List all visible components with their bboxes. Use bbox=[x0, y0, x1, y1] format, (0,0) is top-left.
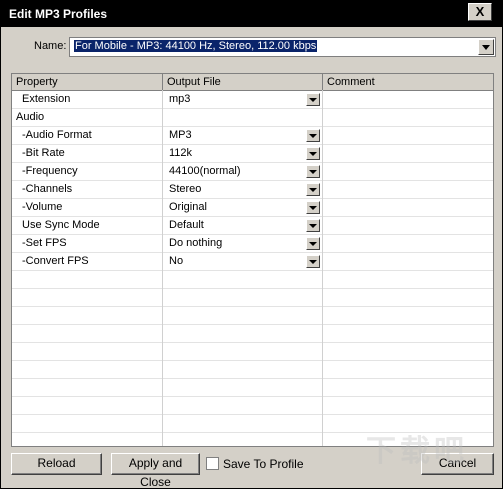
property-cell: -Frequency bbox=[22, 165, 78, 177]
grid-header: Property Output File Comment bbox=[12, 74, 493, 91]
dropdown-arrow-icon[interactable] bbox=[306, 147, 320, 160]
value-cell[interactable]: Stereo bbox=[169, 181, 201, 199]
dropdown-arrow-icon[interactable] bbox=[306, 165, 320, 178]
column-divider bbox=[162, 90, 163, 446]
table-row bbox=[12, 379, 493, 397]
table-row[interactable]: -Bit Rate 112k bbox=[12, 145, 493, 163]
property-cell: -Audio Format bbox=[22, 129, 92, 141]
table-row bbox=[12, 307, 493, 325]
table-row[interactable]: -Set FPS Do nothing bbox=[12, 235, 493, 253]
value-cell[interactable]: mp3 bbox=[169, 91, 190, 109]
table-row bbox=[12, 271, 493, 289]
property-cell: -Set FPS bbox=[22, 237, 67, 249]
reload-button[interactable]: Reload bbox=[11, 453, 102, 475]
property-cell: Audio bbox=[16, 111, 45, 123]
property-cell: Extension bbox=[22, 93, 71, 105]
name-label: Name: bbox=[34, 40, 67, 52]
value-cell[interactable]: MP3 bbox=[169, 127, 192, 145]
property-cell: -Volume bbox=[22, 201, 63, 213]
dropdown-arrow-icon[interactable] bbox=[306, 93, 320, 106]
table-row[interactable]: Audio bbox=[12, 109, 493, 127]
close-button[interactable]: X bbox=[468, 3, 492, 21]
watermark-logo: 下载吧 bbox=[366, 435, 468, 468]
dropdown-arrow-icon[interactable] bbox=[306, 183, 320, 196]
table-row[interactable]: -Channels Stereo bbox=[12, 181, 493, 199]
header-comment[interactable]: Comment bbox=[323, 74, 493, 90]
chevron-down-icon[interactable] bbox=[478, 39, 494, 55]
close-icon: X bbox=[475, 4, 485, 19]
table-row[interactable]: -Convert FPS No bbox=[12, 253, 493, 271]
table-row bbox=[12, 361, 493, 379]
properties-grid: Property Output File Comment Extension mp… bbox=[11, 73, 494, 447]
property-cell: -Convert FPS bbox=[22, 255, 89, 267]
value-cell[interactable]: Original bbox=[169, 199, 207, 217]
property-cell: -Channels bbox=[22, 183, 73, 195]
value-cell[interactable]: Default bbox=[169, 217, 204, 235]
column-divider bbox=[322, 90, 323, 446]
table-row bbox=[12, 325, 493, 343]
value-cell[interactable]: Do nothing bbox=[169, 235, 222, 253]
dropdown-arrow-icon[interactable] bbox=[306, 129, 320, 142]
header-property[interactable]: Property bbox=[12, 74, 163, 90]
dropdown-arrow-icon[interactable] bbox=[306, 237, 320, 250]
table-row bbox=[12, 289, 493, 307]
property-cell: -Bit Rate bbox=[22, 147, 65, 159]
value-cell[interactable]: 44100(normal) bbox=[169, 163, 241, 181]
window-title: Edit MP3 Profiles bbox=[9, 7, 108, 21]
dropdown-arrow-icon[interactable] bbox=[306, 219, 320, 232]
table-row bbox=[12, 343, 493, 361]
table-row[interactable]: -Audio Format MP3 bbox=[12, 127, 493, 145]
name-combobox[interactable]: For Mobile - MP3: 44100 Hz, Stereo, 112.… bbox=[69, 37, 496, 57]
value-cell[interactable]: 112k bbox=[169, 145, 192, 163]
table-row[interactable]: -Frequency 44100(normal) bbox=[12, 163, 493, 181]
table-row[interactable]: -Volume Original bbox=[12, 199, 493, 217]
table-row bbox=[12, 397, 493, 415]
dropdown-arrow-icon[interactable] bbox=[306, 201, 320, 214]
value-cell[interactable]: No bbox=[169, 253, 183, 271]
name-row: Name: For Mobile - MP3: 44100 Hz, Stereo… bbox=[1, 37, 503, 57]
table-row[interactable]: Use Sync Mode Default bbox=[12, 217, 493, 235]
table-row[interactable]: Extension mp3 bbox=[12, 91, 493, 109]
save-to-profile-checkbox[interactable] bbox=[206, 457, 219, 470]
property-cell: Use Sync Mode bbox=[22, 219, 100, 231]
apply-and-close-button[interactable]: Apply and Close bbox=[111, 453, 200, 489]
title-bar: Edit MP3 Profiles X bbox=[1, 1, 502, 27]
dropdown-arrow-icon[interactable] bbox=[306, 255, 320, 268]
header-output-file[interactable]: Output File bbox=[163, 74, 323, 90]
save-to-profile-label: Save To Profile bbox=[223, 457, 304, 471]
edit-profiles-dialog: Edit MP3 Profiles X Name: For Mobile - M… bbox=[0, 0, 503, 489]
name-value: For Mobile - MP3: 44100 Hz, Stereo, 112.… bbox=[74, 40, 318, 52]
